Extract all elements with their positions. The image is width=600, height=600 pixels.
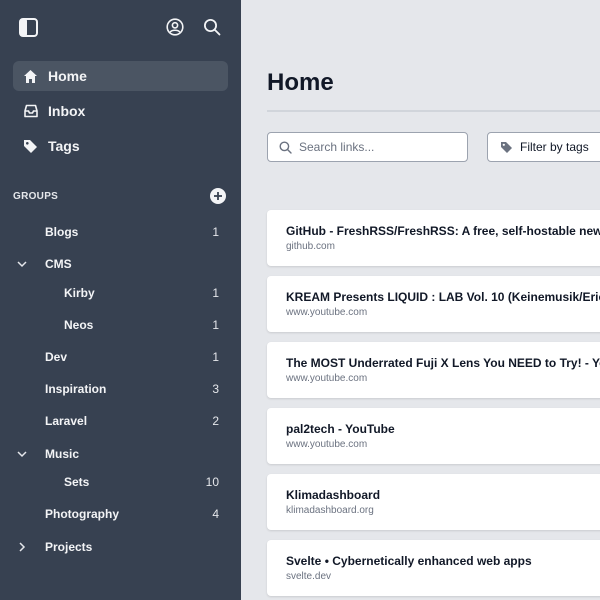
link-card[interactable]: GitHub - FreshRSS/FreshRSS: A free, self… — [267, 210, 600, 266]
link-title[interactable]: GitHub - FreshRSS/FreshRSS: A free, self… — [286, 224, 600, 238]
link-title[interactable]: Klimadashboard — [286, 488, 380, 502]
nav-inbox[interactable]: Inbox — [13, 96, 228, 126]
group-count: 1 — [212, 225, 219, 239]
link-domain: github.com — [286, 241, 335, 252]
group-label: Blogs — [45, 225, 79, 239]
group-label: Dev — [45, 350, 68, 364]
nav-tags-label: Tags — [48, 138, 80, 154]
group-laravel[interactable]: Laravel 2 — [0, 410, 241, 432]
group-count: 3 — [212, 382, 219, 396]
chevron-down-icon[interactable] — [16, 448, 28, 463]
link-card[interactable]: Svelte • Cybernetically enhanced web app… — [267, 540, 600, 596]
group-count: 1 — [212, 318, 219, 332]
group-count: 1 — [212, 350, 219, 364]
group-projects[interactable]: Projects — [0, 536, 241, 558]
group-blogs[interactable]: Blogs 1 — [0, 221, 241, 243]
filter-by-tags-button[interactable]: Filter by tags — [487, 132, 600, 162]
search-input[interactable] — [299, 138, 459, 156]
group-label: Music — [45, 447, 80, 461]
link-title[interactable]: Svelte • Cybernetically enhanced web app… — [286, 554, 532, 568]
group-label: Projects — [45, 540, 93, 554]
chevron-down-icon[interactable] — [16, 258, 28, 273]
link-card[interactable]: The MOST Underrated Fuji X Lens You NEED… — [267, 342, 600, 398]
nav-inbox-label: Inbox — [48, 103, 86, 119]
link-domain: svelte.dev — [286, 571, 332, 582]
search-icon[interactable] — [203, 18, 221, 36]
inbox-icon — [13, 104, 48, 118]
link-card[interactable]: pal2tech - YouTube www.youtube.com — [267, 408, 600, 464]
group-label: Neos — [64, 318, 94, 332]
user-circle-icon[interactable] — [166, 18, 184, 36]
link-domain: klimadashboard.org — [286, 505, 374, 516]
group-sets[interactable]: Sets 10 — [0, 471, 241, 493]
group-label: Kirby — [64, 286, 95, 300]
group-neos[interactable]: Neos 1 — [0, 314, 241, 336]
group-dev[interactable]: Dev 1 — [0, 346, 241, 368]
nav-home[interactable]: Home — [13, 61, 228, 91]
group-count: 4 — [212, 507, 219, 521]
link-card[interactable]: Klimadashboard klimadashboard.org — [267, 474, 600, 530]
group-label: Laravel — [45, 414, 88, 428]
filter-label: Filter by tags — [520, 140, 589, 154]
group-photography[interactable]: Photography 4 — [0, 503, 241, 525]
group-label: Inspiration — [45, 382, 107, 396]
groups-heading: GROUPS — [13, 191, 59, 202]
group-inspiration[interactable]: Inspiration 3 — [0, 378, 241, 400]
link-title[interactable]: pal2tech - YouTube — [286, 422, 395, 436]
group-cms[interactable]: CMS — [0, 253, 241, 275]
main-content: Home Filter by tags GitHub - FreshRSS/Fr… — [241, 0, 600, 600]
link-title[interactable]: KREAM Presents LIQUID : LAB Vol. 10 (Kei… — [286, 290, 600, 304]
link-domain: www.youtube.com — [286, 373, 368, 384]
page-title: Home — [267, 69, 334, 96]
chevron-right-icon[interactable] — [16, 541, 28, 556]
search-box[interactable] — [267, 132, 468, 162]
nav-tags[interactable]: Tags — [13, 131, 228, 161]
group-label: Photography — [45, 507, 119, 521]
title-divider — [267, 110, 600, 112]
tag-icon — [13, 139, 48, 154]
sidebar-toolbar — [0, 0, 241, 56]
group-count: 2 — [212, 414, 219, 428]
link-card[interactable]: KREAM Presents LIQUID : LAB Vol. 10 (Kei… — [267, 276, 600, 332]
tag-icon — [500, 141, 513, 154]
search-icon — [279, 141, 292, 154]
nav-home-label: Home — [48, 68, 87, 84]
link-domain: www.youtube.com — [286, 439, 368, 450]
home-icon — [13, 69, 48, 84]
group-label: Sets — [64, 475, 90, 489]
link-domain: www.youtube.com — [286, 307, 368, 318]
sidebar: Home Inbox Tags GROUPS Blogs 1 CMS Kirby… — [0, 0, 241, 600]
group-kirby[interactable]: Kirby 1 — [0, 282, 241, 304]
link-title[interactable]: The MOST Underrated Fuji X Lens You NEED… — [286, 356, 600, 370]
plus-circle-icon[interactable] — [210, 188, 226, 204]
group-count: 10 — [205, 475, 219, 489]
sidebar-toggle-icon[interactable] — [19, 18, 38, 37]
group-music[interactable]: Music — [0, 443, 241, 465]
group-count: 1 — [212, 286, 219, 300]
group-label: CMS — [45, 257, 72, 271]
